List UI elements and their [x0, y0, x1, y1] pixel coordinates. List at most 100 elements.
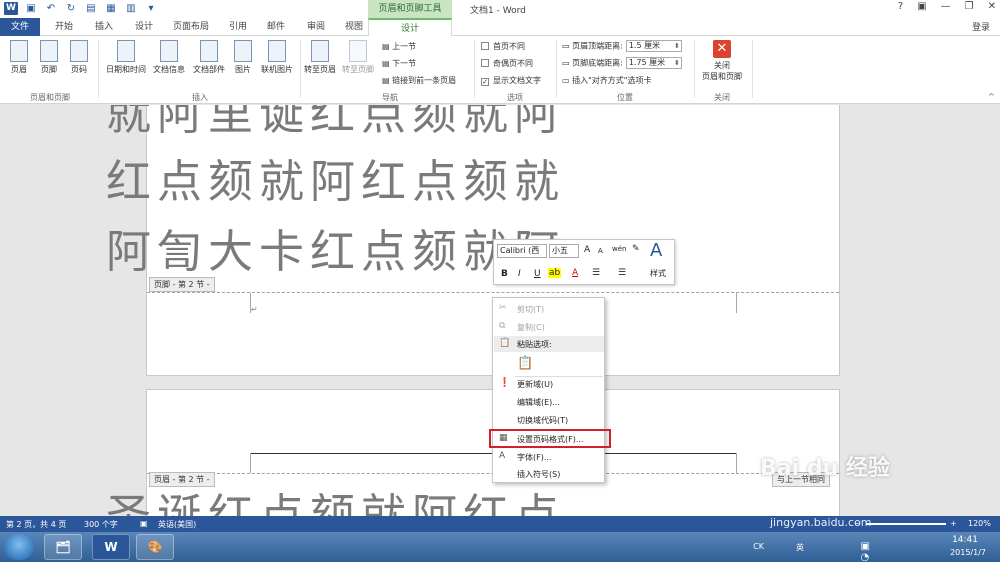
tab-insert[interactable]: 插入 [86, 18, 122, 36]
restore-button[interactable]: ❐ [965, 1, 974, 12]
show-doc-text-checkbox[interactable]: ✓ 显示文档文字 [481, 75, 541, 86]
tray-icons[interactable]: ▣ ◔ ♪ [861, 541, 870, 562]
close-x-icon: ✕ [713, 40, 731, 58]
close-hf-label-1: 关闭 [714, 61, 730, 70]
page-number-icon [70, 40, 88, 62]
language-indicator[interactable]: 英语(美国) [158, 519, 196, 530]
paste-keep-text-icon[interactable]: 📋 [517, 356, 533, 371]
redo-icon[interactable]: ↻ [64, 2, 78, 15]
paint-icon[interactable]: 🎨 [136, 534, 174, 560]
group-label-nav: 导航 [382, 93, 398, 102]
picture-button[interactable]: 图片 [230, 40, 256, 75]
view-icon[interactable]: ▤ [84, 2, 98, 15]
menu-item-cut[interactable]: 剪切(T) [517, 304, 544, 315]
online-picture-button[interactable]: 联机图片 [258, 40, 296, 75]
paste-options-label: 粘贴选项: [517, 340, 552, 349]
format-painter-icon[interactable]: ✎ [632, 244, 640, 254]
clock-time[interactable]: 14:41 [952, 535, 978, 545]
docparts-button[interactable]: 文档部件 [190, 40, 228, 75]
ime-indicator[interactable]: CK [753, 542, 764, 551]
bold-button[interactable]: B [501, 269, 508, 279]
word-count[interactable]: 300 个字 [84, 519, 118, 530]
paragraph-mark: ↵ [251, 305, 258, 314]
footer-bottom-label: 页脚底端距离: [572, 58, 623, 68]
datetime-label: 日期和时间 [106, 65, 146, 74]
font-color-button[interactable]: A [572, 268, 578, 278]
bullets-icon[interactable]: ☰ [592, 268, 600, 278]
font-name-box[interactable]: Calibri (西 [497, 244, 547, 258]
zoom-slider[interactable] [866, 523, 946, 525]
styles-button[interactable]: 样式 [650, 268, 666, 279]
footer-bottom-input[interactable]: 1.75 厘米 [625, 57, 682, 69]
diff-odd-even-checkbox[interactable]: 奇偶页不同 [481, 58, 533, 69]
ribbon-tabs: 文件 开始 插入 设计 页面布局 引用 邮件 审阅 视图 设计 登录 [0, 18, 1000, 36]
docinfo-label: 文档信息 [153, 65, 185, 74]
header-top-input[interactable]: 1.5 厘米 [625, 40, 682, 52]
page-count[interactable]: 第 2 页，共 4 页 [6, 519, 66, 530]
menu-item-update-field[interactable]: 更新域(U) [517, 379, 553, 390]
word-logo-icon[interactable]: W [4, 2, 18, 15]
menu-item-format-page-numbers[interactable]: 设置页码格式(F)... [517, 434, 583, 445]
help-icon[interactable]: ? [898, 1, 903, 12]
body-text-line: 圣诞红点颏就阿红点 [106, 489, 566, 516]
footer-section-tag: 页脚 - 第 2 节 - [149, 277, 215, 292]
qat-more-icon[interactable]: ▾ [144, 2, 158, 15]
undo-icon[interactable]: ↶ [44, 2, 58, 15]
font-size-box[interactable]: 小五 [549, 244, 579, 258]
tab-hf-design[interactable]: 设计 [368, 18, 452, 36]
tab-mailings[interactable]: 邮件 [258, 18, 294, 36]
tab-file[interactable]: 文件 [0, 18, 40, 36]
ribbon-display-icon[interactable]: ▣ [917, 1, 926, 12]
insert-align-tab-button[interactable]: ▭ 插入"对齐方式"选项卡 [562, 75, 651, 86]
page-number-button[interactable]: 页码 [66, 40, 92, 75]
tab-page-layout[interactable]: 页面布局 [166, 18, 216, 36]
numbering-icon[interactable]: ☰ [618, 268, 626, 278]
explorer-icon[interactable]: 🗂 [44, 534, 82, 560]
highlight-icon[interactable]: ab [548, 268, 562, 278]
next-section-button[interactable]: ▤ 下一节 [382, 58, 416, 69]
shrink-font-button[interactable]: A [598, 247, 603, 255]
tab-review[interactable]: 审阅 [298, 18, 334, 36]
close-button[interactable]: ✕ [988, 1, 996, 12]
zoom-in-button[interactable]: + [950, 519, 957, 528]
start-button[interactable] [4, 534, 34, 560]
menu-item-toggle-field-codes[interactable]: 切换域代码(T) [517, 415, 568, 426]
clock-date[interactable]: 2015/1/7 [950, 548, 986, 557]
prev-section-button[interactable]: ▤ 上一节 [382, 41, 416, 52]
docinfo-button[interactable]: 文档信息 [150, 40, 188, 75]
italic-button[interactable]: I [518, 269, 521, 279]
login-link[interactable]: 登录 [972, 20, 990, 33]
diff-odd-even-label: 奇偶页不同 [493, 59, 533, 68]
datetime-button[interactable]: 日期和时间 [104, 40, 148, 75]
zoom-level[interactable]: 120% [968, 519, 991, 528]
styles-icon[interactable]: A [650, 240, 662, 261]
tab-design[interactable]: 设计 [126, 18, 162, 36]
menu-item-copy[interactable]: 复制(C) [517, 322, 545, 333]
input-lang[interactable]: 英 [796, 542, 804, 553]
tab-home[interactable]: 开始 [46, 18, 82, 36]
collapse-ribbon-icon[interactable]: ^ [988, 92, 995, 101]
layout-icon[interactable]: ▥ [124, 2, 138, 15]
menu-item-edit-field[interactable]: 编辑域(E)... [517, 397, 560, 408]
view2-icon[interactable]: ▦ [104, 2, 118, 15]
save-icon[interactable]: ▣ [24, 2, 38, 15]
link-prev-icon: ▤ [382, 76, 393, 85]
tab-view[interactable]: 视图 [336, 18, 372, 36]
menu-item-font[interactable]: 字体(F)... [517, 452, 551, 463]
goto-footer-button[interactable]: 转至页脚 [340, 40, 376, 75]
diff-first-checkbox[interactable]: 首页不同 [481, 41, 525, 52]
word-taskbar-button[interactable]: W [92, 534, 130, 560]
goto-header-button[interactable]: 转至页眉 [302, 40, 338, 75]
minimize-button[interactable]: — [941, 1, 951, 12]
underline-button[interactable]: U [534, 269, 541, 279]
close-hf-button[interactable]: ✕ 关闭 页眉和页脚 [696, 40, 748, 82]
footer-button[interactable]: 页脚 [36, 40, 62, 75]
phonetic-guide-button[interactable]: wén [612, 245, 626, 253]
tab-references[interactable]: 引用 [220, 18, 256, 36]
header-button[interactable]: 页眉 [6, 40, 32, 75]
menu-item-insert-symbol[interactable]: 插入符号(S) [517, 469, 560, 480]
link-prev-button[interactable]: ▤ 链接到前一条页眉 [382, 75, 456, 86]
grow-font-button[interactable]: A [584, 245, 590, 255]
baidu-watermark-logo: Bai du 经验 [760, 456, 890, 481]
proofing-icon[interactable]: ▣ [140, 519, 148, 528]
